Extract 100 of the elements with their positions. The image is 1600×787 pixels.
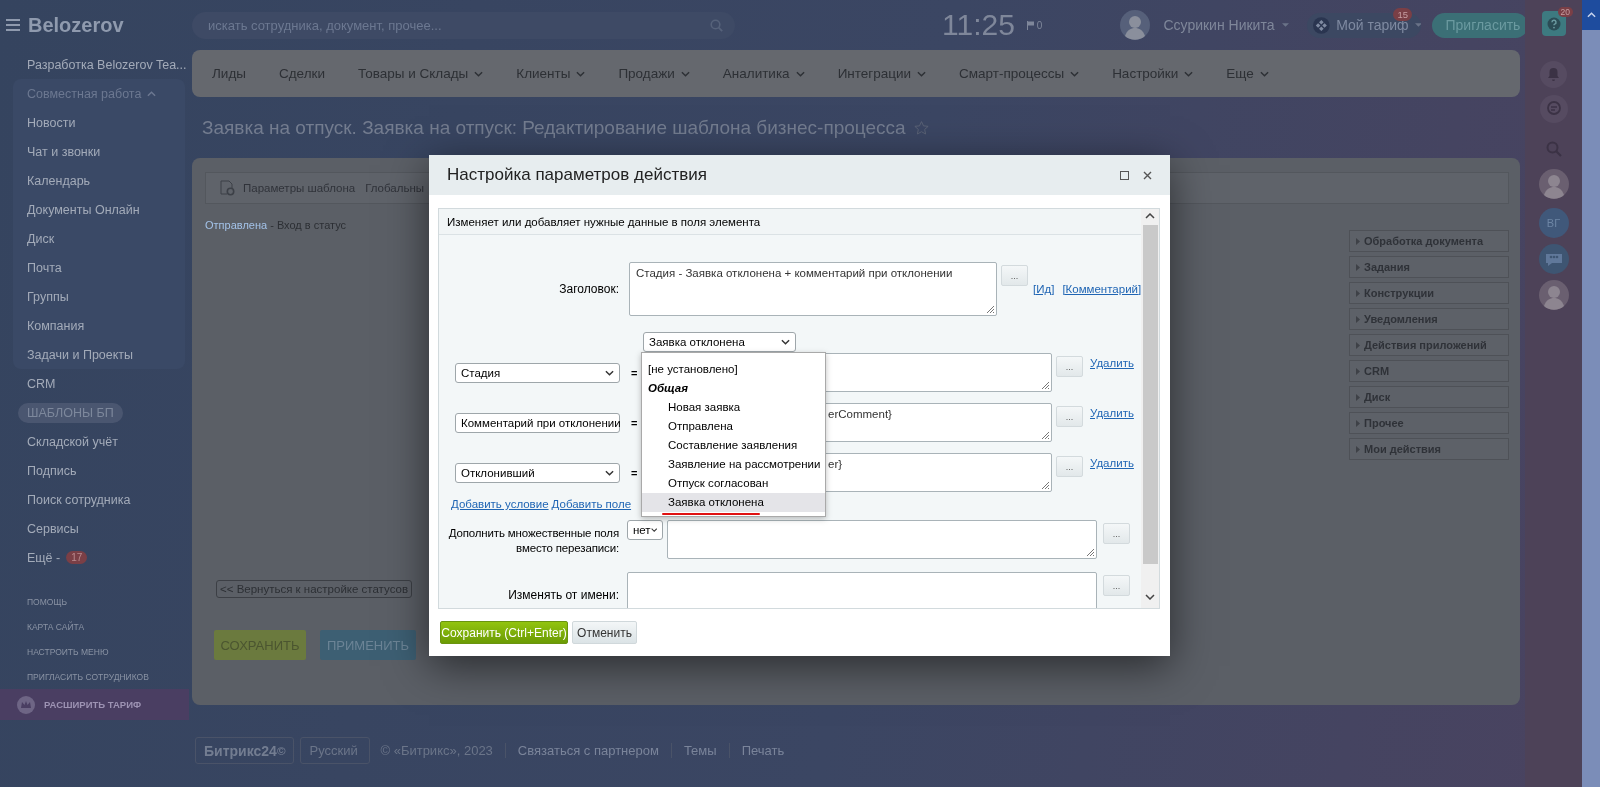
bell-icon[interactable]: [1540, 61, 1567, 88]
scroll-up-button[interactable]: [1582, 0, 1600, 30]
picker-button[interactable]: ...: [1103, 523, 1130, 544]
sidebar-item[interactable]: Задачи и Проекты: [27, 347, 134, 362]
menu-item[interactable]: Еще: [1226, 66, 1269, 81]
clock-time: 11:25: [942, 8, 1015, 42]
field-select[interactable]: Комментарий при отклонении: [455, 412, 620, 433]
triangle-icon: [1356, 263, 1360, 271]
footer-link[interactable]: НАСТРОИТЬ МЕНЮ: [27, 646, 109, 657]
resize-grip-icon[interactable]: [1040, 380, 1050, 390]
chat-icon[interactable]: [1539, 95, 1568, 123]
sidebar-item[interactable]: Разработка Belozerov Tea...: [27, 57, 187, 72]
sidebar-item[interactable]: Поиск сотрудника: [27, 492, 131, 507]
remove-link[interactable]: Удалить: [1090, 357, 1134, 369]
scroll-down-icon[interactable]: [1145, 594, 1156, 600]
footer-link[interactable]: Печать: [728, 743, 785, 758]
sidebar-item[interactable]: Новости: [27, 115, 76, 130]
star-icon[interactable]: [913, 120, 929, 135]
chevron-icon: [781, 339, 790, 345]
triangle-icon: [1356, 341, 1360, 349]
resize-grip-icon[interactable]: [1085, 547, 1095, 557]
sidebar-item[interactable]: Группы: [27, 289, 69, 304]
sidebar-item[interactable]: Чат и звонки: [27, 144, 101, 159]
resize-grip-icon[interactable]: [1040, 430, 1050, 440]
footer-link[interactable]: Темы: [670, 743, 717, 758]
sidebar-item[interactable]: Ещё -: [27, 550, 61, 565]
picker-button[interactable]: ...: [1001, 265, 1028, 286]
chevron-icon: [1586, 12, 1596, 18]
menu-item[interactable]: Клиенты: [516, 66, 586, 81]
picker-button[interactable]: ...: [1056, 406, 1083, 427]
option-group-label: Общая: [647, 380, 689, 396]
dropdown-option[interactable]: Заявка отклонена: [642, 492, 825, 512]
remove-link[interactable]: Удалить: [1090, 407, 1134, 419]
picker-button[interactable]: ...: [1103, 575, 1130, 596]
menu-item[interactable]: Сделки: [279, 66, 325, 81]
field-select[interactable]: Стадия: [455, 362, 620, 383]
scrollbar[interactable]: [1141, 209, 1159, 608]
chevron-icon: [605, 369, 614, 376]
resize-grip-icon[interactable]: [985, 304, 995, 314]
crown-icon: [17, 695, 35, 714]
picker-button[interactable]: ...: [1056, 456, 1083, 477]
avatar[interactable]: [1120, 10, 1151, 40]
maximize-icon[interactable]: [1120, 170, 1129, 180]
footer-link[interactable]: ПРИГЛАСИТЬ СОТРУДНИКОВ: [27, 671, 149, 682]
diamond-icon: [1313, 16, 1331, 34]
picker-button[interactable]: ...: [1056, 356, 1083, 377]
user-name[interactable]: Ссурикин Никита: [1163, 17, 1275, 33]
flag-icon[interactable]: [1026, 20, 1034, 30]
sidebar-item[interactable]: Компания: [27, 318, 85, 333]
breadcrumb-link[interactable]: Отправлена: [205, 219, 268, 231]
equals-sign: =: [631, 366, 638, 379]
footer-link[interactable]: Связаться с партнером: [504, 743, 659, 758]
logo-text[interactable]: Belozerov: [28, 13, 124, 37]
scroll-up-icon[interactable]: [1145, 213, 1156, 219]
equals-sign: =: [631, 466, 638, 479]
field-select[interactable]: Отклонивший: [455, 462, 620, 483]
dropdown-option[interactable]: Заявление на рассмотрении: [642, 454, 825, 474]
upgrade-button[interactable]: РАСШИРИТЬ ТАРИФ: [0, 689, 189, 720]
menu-item[interactable]: Лиды: [212, 66, 246, 81]
avatar[interactable]: [1538, 169, 1569, 199]
sidebar-item[interactable]: Почта: [27, 260, 62, 275]
notification-badge: 15: [1393, 7, 1413, 21]
sidebar-item[interactable]: CRM: [27, 376, 56, 391]
add-link[interactable]: Добавить условие: [451, 498, 549, 512]
insert-link[interactable]: [Комментарий]: [1062, 283, 1142, 295]
menu-item[interactable]: Смарт-процессы: [959, 66, 1080, 81]
sidebar-item[interactable]: Складской учёт: [27, 434, 118, 449]
menu-icon[interactable]: [6, 19, 20, 31]
dropdown-option[interactable]: [не установлено]: [642, 359, 825, 379]
footer-link[interactable]: КАРТА САЙТА: [27, 621, 85, 632]
resize-grip-icon[interactable]: [1040, 480, 1050, 490]
sidebar-item[interactable]: Календарь: [27, 173, 91, 188]
stage-select[interactable]: Заявка отклонена: [643, 332, 796, 352]
sidebar-item[interactable]: Сервисы: [27, 521, 79, 536]
flag-count: 0: [1036, 19, 1043, 31]
yes-no-select[interactable]: нет: [627, 520, 663, 540]
sidebar-item[interactable]: Подпись: [27, 463, 77, 478]
avatar[interactable]: [1538, 280, 1569, 310]
text-area[interactable]: Стадия - Заявка отклонена + комментарий при отклонении: [629, 262, 997, 316]
insert-link[interactable]: [Ид]: [1033, 283, 1055, 295]
dropdown-option[interactable]: Отправлена: [642, 416, 825, 436]
cancel-button[interactable]: Отменить: [572, 621, 637, 644]
menu-item[interactable]: Интеграции: [837, 66, 927, 81]
triangle-icon: [1356, 419, 1360, 427]
footer-link[interactable]: ПОМОЩЬ: [27, 596, 67, 607]
menu-item[interactable]: Продажи: [618, 66, 690, 81]
save-button[interactable]: Сохранить (Ctrl+Enter): [440, 621, 568, 644]
sidebar-item[interactable]: Диск: [27, 231, 55, 246]
menu-item[interactable]: Аналитика: [722, 66, 805, 81]
close-icon[interactable]: [1143, 170, 1152, 180]
add-link[interactable]: Добавить поле: [551, 498, 632, 512]
text-area[interactable]: [667, 520, 1097, 559]
caret-icon: [1282, 23, 1290, 27]
remove-link[interactable]: Удалить: [1090, 457, 1134, 469]
chevron-icon: [650, 527, 657, 533]
menu-item[interactable]: Настройки: [1112, 66, 1194, 81]
dropdown-option[interactable]: Отпуск согласован: [642, 473, 825, 493]
text-area[interactable]: [627, 572, 1097, 608]
group-chat-icon[interactable]: [1538, 244, 1569, 274]
sidebar-item[interactable]: Документы Онлайн: [27, 202, 140, 217]
